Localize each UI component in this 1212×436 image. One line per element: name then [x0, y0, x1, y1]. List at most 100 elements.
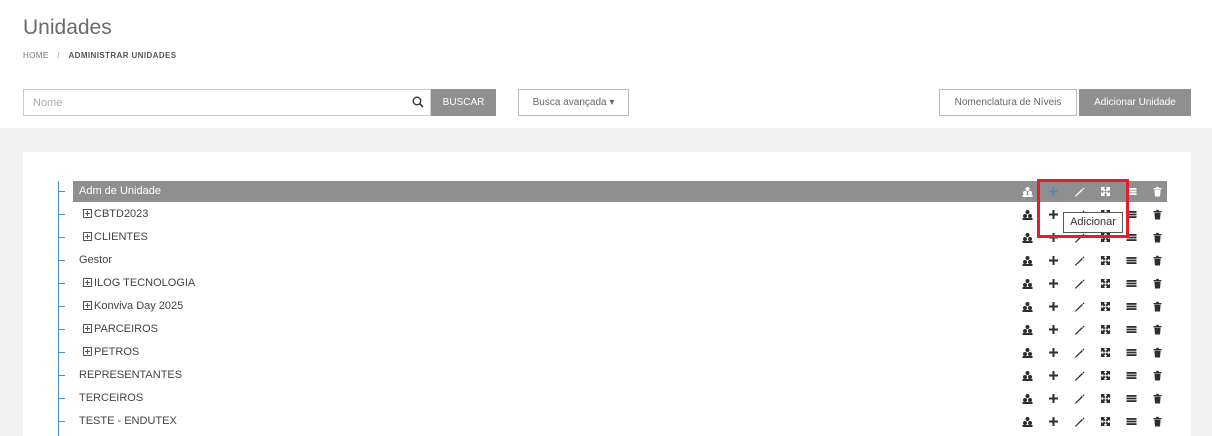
list-icon[interactable] [1124, 414, 1139, 429]
move-icon[interactable] [1098, 391, 1113, 406]
tree-row[interactable]: CBTD2023 [58, 204, 1168, 225]
tree-row-body[interactable]: TESTE - ENDUTEX [73, 411, 1167, 432]
tree-row-body[interactable]: Konviva Day 2025 [73, 296, 1167, 317]
edit-icon[interactable] [1072, 391, 1087, 406]
move-icon[interactable] [1098, 184, 1113, 199]
add-icon[interactable] [1046, 184, 1061, 199]
edit-icon[interactable] [1072, 414, 1087, 429]
add-icon[interactable] [1046, 345, 1061, 360]
move-icon[interactable] [1098, 368, 1113, 383]
list-icon[interactable] [1124, 368, 1139, 383]
add-icon[interactable] [1046, 276, 1061, 291]
add-icon[interactable] [1046, 207, 1061, 222]
trash-icon[interactable] [1150, 184, 1165, 199]
add-icon[interactable] [1046, 391, 1061, 406]
list-icon[interactable] [1124, 230, 1139, 245]
users-group-icon[interactable] [1020, 414, 1035, 429]
users-group-icon[interactable] [1020, 345, 1035, 360]
trash-icon[interactable] [1150, 253, 1165, 268]
tree-row[interactable]: Gestor [58, 250, 1168, 271]
tree-row[interactable]: TESTE - ENDUTEX [58, 411, 1168, 432]
tree-row[interactable]: PETROS [58, 342, 1168, 363]
edit-icon[interactable] [1072, 322, 1087, 337]
tree-row[interactable]: Konviva Day 2025 [58, 296, 1168, 317]
tree-row[interactable]: TERCEIROS [58, 388, 1168, 409]
tree-row[interactable]: PARCEIROS [58, 319, 1168, 340]
edit-icon[interactable] [1072, 368, 1087, 383]
trash-icon[interactable] [1150, 276, 1165, 291]
trash-icon[interactable] [1150, 207, 1165, 222]
list-icon[interactable] [1124, 391, 1139, 406]
tree-row-body[interactable]: PETROS [73, 342, 1167, 363]
move-icon[interactable] [1098, 253, 1113, 268]
tree-row[interactable]: CLIENTES [58, 227, 1168, 248]
list-icon[interactable] [1124, 345, 1139, 360]
breadcrumb-home[interactable]: HOME [23, 51, 49, 60]
trash-icon[interactable] [1150, 345, 1165, 360]
expand-icon[interactable] [83, 278, 92, 287]
expand-icon[interactable] [83, 324, 92, 333]
move-icon[interactable] [1098, 299, 1113, 314]
tree-row-body[interactable]: CBTD2023 [73, 204, 1167, 225]
edit-icon[interactable] [1072, 345, 1087, 360]
tree-row[interactable]: REPRESENTANTES [58, 365, 1168, 386]
users-group-icon[interactable] [1020, 299, 1035, 314]
tooltip: Adicionar [1063, 212, 1123, 233]
tree-row-body[interactable]: Gestor [73, 250, 1167, 271]
trash-icon[interactable] [1150, 414, 1165, 429]
add-icon[interactable] [1046, 299, 1061, 314]
tree-row-body[interactable]: ILOG TECNOLOGIA [73, 273, 1167, 294]
trash-icon[interactable] [1150, 230, 1165, 245]
tree-row-body[interactable]: TERCEIROS [73, 388, 1167, 409]
list-icon[interactable] [1124, 299, 1139, 314]
move-icon[interactable] [1098, 276, 1113, 291]
users-group-icon[interactable] [1020, 322, 1035, 337]
move-icon[interactable] [1098, 345, 1113, 360]
tree-row[interactable]: ILOG TECNOLOGIA [58, 273, 1168, 294]
users-group-icon[interactable] [1020, 253, 1035, 268]
move-icon[interactable] [1098, 322, 1113, 337]
edit-icon[interactable] [1072, 184, 1087, 199]
add-icon[interactable] [1046, 368, 1061, 383]
tree-row-body[interactable]: CLIENTES [73, 227, 1167, 248]
add-icon[interactable] [1046, 253, 1061, 268]
trash-icon[interactable] [1150, 299, 1165, 314]
search-icon[interactable] [412, 96, 424, 108]
users-group-icon[interactable] [1020, 368, 1035, 383]
tree-row-label: PETROS [83, 346, 139, 358]
expand-icon[interactable] [83, 232, 92, 241]
tree-row-body[interactable]: REPRESENTANTES [73, 365, 1167, 386]
tree-row-body[interactable]: Adm de Unidade [73, 181, 1167, 202]
search-input[interactable] [24, 90, 394, 115]
edit-icon[interactable] [1072, 299, 1087, 314]
add-icon[interactable] [1046, 230, 1061, 245]
nomenclatura-niveis-button[interactable]: Nomenclatura de Níveis [939, 89, 1077, 116]
edit-icon[interactable] [1072, 253, 1087, 268]
expand-icon[interactable] [83, 209, 92, 218]
list-icon[interactable] [1124, 207, 1139, 222]
expand-icon[interactable] [83, 301, 92, 310]
list-icon[interactable] [1124, 322, 1139, 337]
trash-icon[interactable] [1150, 391, 1165, 406]
users-group-icon[interactable] [1020, 207, 1035, 222]
add-icon[interactable] [1046, 322, 1061, 337]
users-group-icon[interactable] [1020, 184, 1035, 199]
users-group-icon[interactable] [1020, 230, 1035, 245]
add-unit-button[interactable]: Adicionar Unidade [1079, 89, 1191, 116]
trash-icon[interactable] [1150, 368, 1165, 383]
tree-row-body[interactable]: PARCEIROS [73, 319, 1167, 340]
add-icon[interactable] [1046, 414, 1061, 429]
search-box [23, 89, 431, 116]
users-group-icon[interactable] [1020, 276, 1035, 291]
trash-icon[interactable] [1150, 322, 1165, 337]
users-group-icon[interactable] [1020, 391, 1035, 406]
list-icon[interactable] [1124, 184, 1139, 199]
advanced-search-dropdown[interactable]: Busca avançada ▾ [518, 89, 629, 116]
expand-icon[interactable] [83, 347, 92, 356]
list-icon[interactable] [1124, 276, 1139, 291]
tree-row[interactable]: Adm de Unidade [58, 181, 1168, 202]
move-icon[interactable] [1098, 414, 1113, 429]
edit-icon[interactable] [1072, 276, 1087, 291]
search-button[interactable]: BUSCAR [431, 89, 496, 116]
list-icon[interactable] [1124, 253, 1139, 268]
